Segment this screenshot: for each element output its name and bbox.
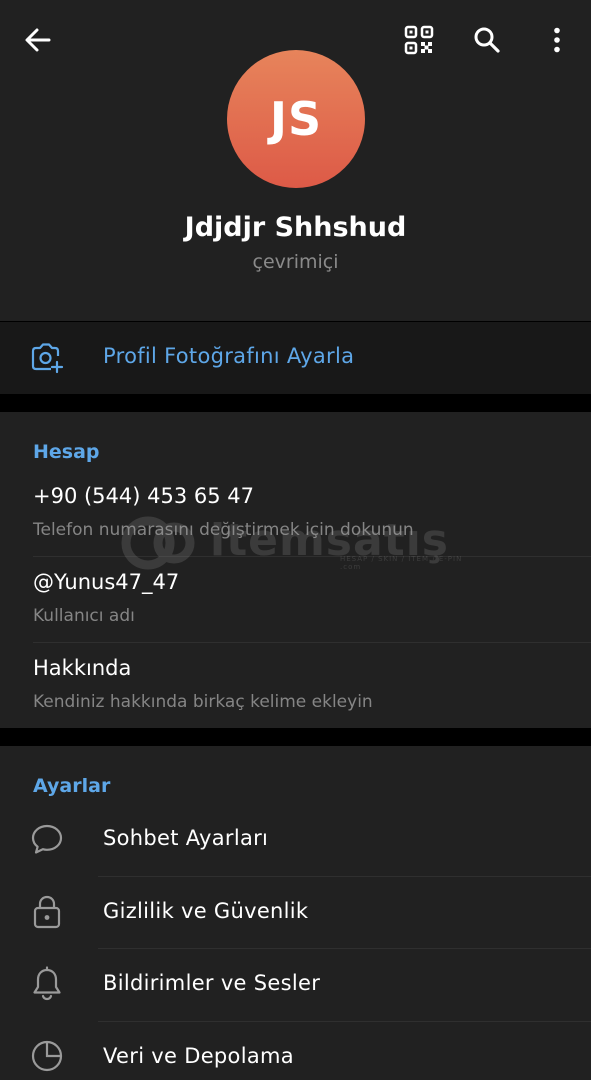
qr-code-icon bbox=[404, 25, 434, 55]
bio-item[interactable]: Hakkında Kendiniz hakkında birkaç kelime… bbox=[0, 643, 591, 728]
bell-icon bbox=[33, 966, 61, 1001]
section-gap bbox=[0, 728, 591, 746]
account-section-title: Hesap bbox=[33, 441, 100, 463]
bio-value: Hakkında bbox=[33, 656, 132, 680]
section-gap bbox=[0, 394, 591, 412]
more-vertical-icon bbox=[554, 27, 560, 53]
pie-chart-icon bbox=[31, 1040, 63, 1072]
set-profile-photo-row[interactable]: Profil Fotoğrafını Ayarla bbox=[0, 322, 591, 394]
online-status: çevrimiçi bbox=[252, 251, 339, 273]
phone-number-caption: Telefon numarasını değiştirmek için doku… bbox=[33, 520, 414, 540]
chat-settings-item[interactable]: Sohbet Ayarları bbox=[0, 803, 591, 876]
avatar-initials: JS bbox=[269, 92, 323, 146]
chat-settings-label: Sohbet Ayarları bbox=[103, 826, 269, 850]
lock-icon bbox=[33, 895, 61, 929]
data-storage-label: Veri ve Depolama bbox=[103, 1044, 294, 1068]
search-icon bbox=[474, 27, 500, 53]
username-item[interactable]: @Yunus47_47 Kullanıcı adı bbox=[0, 557, 591, 642]
settings-section-title: Ayarlar bbox=[33, 775, 111, 797]
qr-code-button[interactable] bbox=[395, 16, 443, 64]
more-options-button[interactable] bbox=[533, 16, 581, 64]
search-button[interactable] bbox=[463, 16, 511, 64]
settings-section: Ayarlar Sohbet Ayarları Gizlilik ve Güve… bbox=[0, 746, 591, 1080]
notifications-sounds-item[interactable]: Bildirimler ve Sesler bbox=[0, 948, 591, 1021]
privacy-security-label: Gizlilik ve Güvenlik bbox=[103, 899, 309, 923]
profile-header: JS Jdjdjr Shhshud çevrimiçi bbox=[0, 0, 591, 321]
back-arrow-icon bbox=[25, 28, 51, 52]
notifications-sounds-label: Bildirimler ve Sesler bbox=[103, 971, 321, 995]
set-profile-photo-label: Profil Fotoğrafını Ayarla bbox=[103, 344, 355, 368]
username-caption: Kullanıcı adı bbox=[33, 606, 135, 626]
profile-name: Jdjdjr Shhshud bbox=[184, 212, 407, 243]
avatar[interactable]: JS bbox=[227, 50, 365, 188]
data-storage-item[interactable]: Veri ve Depolama bbox=[0, 1021, 591, 1080]
account-section: Hesap +90 (544) 453 65 47 Telefon numara… bbox=[0, 412, 591, 728]
phone-number-value: +90 (544) 453 65 47 bbox=[33, 484, 255, 508]
username-value: @Yunus47_47 bbox=[33, 570, 180, 594]
privacy-security-item[interactable]: Gizlilik ve Güvenlik bbox=[0, 876, 591, 949]
phone-number-item[interactable]: +90 (544) 453 65 47 Telefon numarasını d… bbox=[0, 472, 591, 556]
chat-bubble-icon bbox=[31, 824, 63, 854]
camera-add-icon bbox=[31, 343, 64, 374]
back-button[interactable] bbox=[14, 16, 62, 64]
bio-caption: Kendiniz hakkında birkaç kelime ekleyin bbox=[33, 692, 373, 712]
